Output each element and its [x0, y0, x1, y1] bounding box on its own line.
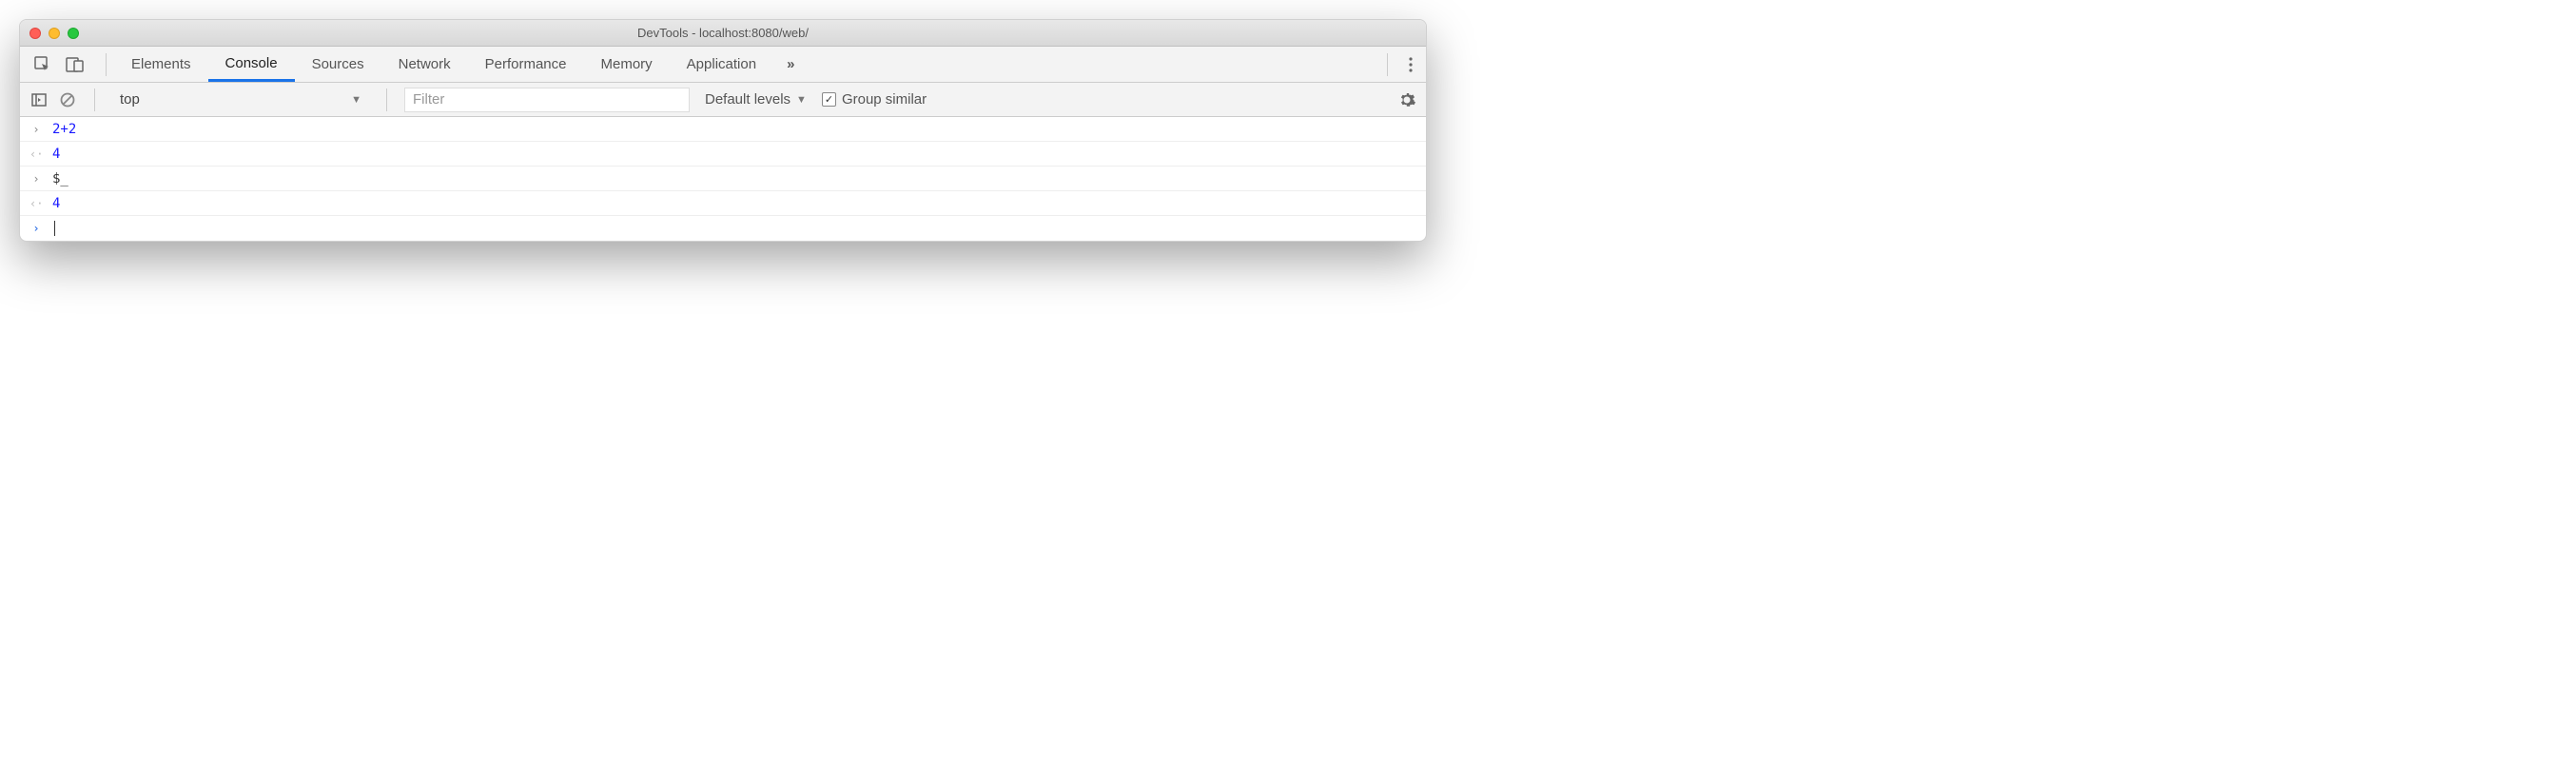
tab-performance[interactable]: Performance: [468, 47, 584, 82]
separator: [1387, 53, 1388, 76]
tab-label: Performance: [485, 56, 567, 72]
tab-console[interactable]: Console: [208, 47, 295, 82]
tab-label: Elements: [131, 56, 191, 72]
separator: [106, 53, 107, 76]
levels-label: Default levels: [705, 91, 790, 108]
inspect-element-icon[interactable]: [33, 55, 52, 74]
console-expression: $_: [52, 171, 68, 186]
tab-label: Sources: [312, 56, 364, 72]
output-marker-icon: ‹·: [29, 197, 43, 210]
tab-network[interactable]: Network: [381, 47, 468, 82]
close-window-button[interactable]: [29, 28, 41, 39]
console-result: 4: [52, 196, 60, 211]
toggle-drawer-icon[interactable]: [29, 90, 49, 109]
tab-application[interactable]: Application: [670, 47, 773, 82]
overflow-tabs-button[interactable]: »: [773, 56, 808, 72]
tab-memory[interactable]: Memory: [584, 47, 670, 82]
input-marker-icon: ›: [29, 172, 43, 186]
log-levels-selector[interactable]: Default levels ▼: [699, 91, 812, 108]
console-input-row[interactable]: › $_: [20, 167, 1426, 191]
chevron-down-icon: ▼: [796, 94, 807, 106]
tab-elements[interactable]: Elements: [114, 47, 208, 82]
tab-bar: Elements Console Sources Network Perform…: [20, 47, 1426, 83]
clear-console-icon[interactable]: [58, 90, 77, 109]
settings-menu-button[interactable]: [1395, 57, 1426, 72]
tab-label: Console: [225, 55, 278, 71]
console-output-row: ‹· 4: [20, 142, 1426, 167]
separator: [94, 88, 95, 111]
devtools-window: DevTools - localhost:8080/web/ Elements …: [19, 19, 1427, 242]
separator: [386, 88, 387, 111]
input-marker-icon: ›: [29, 123, 43, 136]
tab-label: Network: [399, 56, 451, 72]
zoom-window-button[interactable]: [68, 28, 79, 39]
group-similar-toggle[interactable]: ✓ Group similar: [822, 91, 927, 108]
console-input-row[interactable]: › 2+2: [20, 117, 1426, 142]
console-prompt-row[interactable]: ›: [20, 216, 1426, 241]
checkbox-checked-icon: ✓: [822, 92, 836, 107]
tab-label: Memory: [601, 56, 653, 72]
context-selector[interactable]: top ▼: [112, 88, 369, 112]
console-toolbar: top ▼ Default levels ▼ ✓ Group similar: [20, 83, 1426, 117]
tab-label: Application: [687, 56, 756, 72]
titlebar: DevTools - localhost:8080/web/: [20, 20, 1426, 47]
tab-sources[interactable]: Sources: [295, 47, 381, 82]
prompt-marker-icon: ›: [29, 222, 43, 235]
console-result: 4: [52, 147, 60, 162]
window-title: DevTools - localhost:8080/web/: [20, 26, 1426, 40]
console-output: › 2+2 ‹· 4 › $_ ‹· 4 ›: [20, 117, 1426, 241]
group-similar-label: Group similar: [842, 91, 927, 108]
context-value: top: [120, 91, 140, 108]
console-prompt-input[interactable]: [52, 221, 55, 236]
minimize-window-button[interactable]: [49, 28, 60, 39]
device-toolbar-icon[interactable]: [66, 55, 85, 74]
gear-icon[interactable]: [1397, 90, 1416, 109]
output-marker-icon: ‹·: [29, 147, 43, 161]
console-expression: 2+2: [52, 122, 76, 137]
traffic-lights: [29, 28, 79, 39]
chevron-down-icon: ▼: [351, 94, 361, 106]
filter-input[interactable]: [404, 88, 690, 112]
console-output-row: ‹· 4: [20, 191, 1426, 216]
